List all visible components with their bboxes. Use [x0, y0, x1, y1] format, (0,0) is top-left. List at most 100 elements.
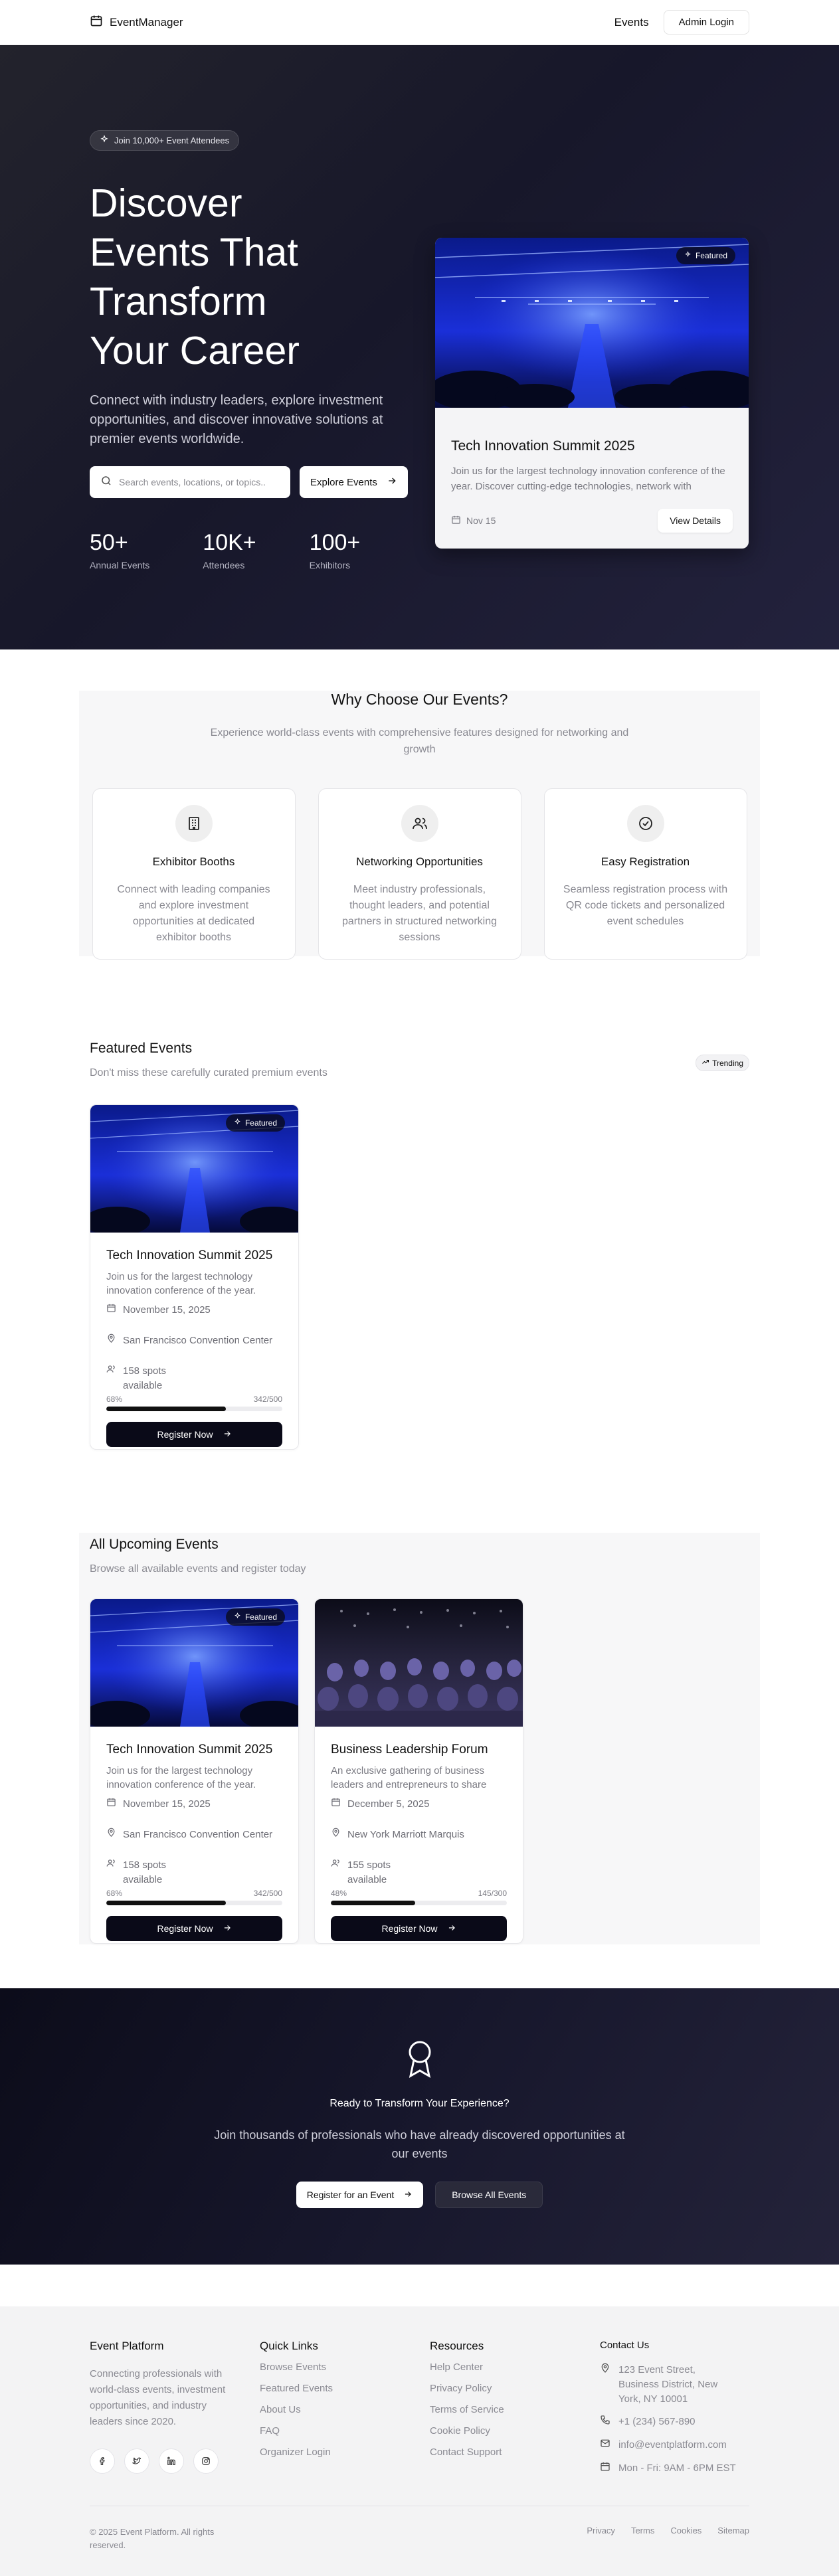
event-date: November 15, 2025: [106, 1303, 282, 1318]
event-title: Tech Innovation Summit 2025: [451, 438, 635, 454]
capacity-count: 145/300: [478, 1889, 507, 1898]
brand-name: EventManager: [110, 15, 183, 29]
footer-heading: Quick Links: [260, 2340, 318, 2352]
featured-events-header: Featured Events Don't miss these careful…: [90, 1041, 327, 1079]
featured-badge-text: Featured: [244, 1118, 277, 1128]
stat-value: 100+: [309, 530, 361, 555]
event-card[interactable]: Featured Tech Innovation Summit 2025 Joi…: [90, 1598, 299, 1944]
feature-card-easy-registration: Easy Registration Seamless registration …: [543, 788, 747, 960]
footer-link[interactable]: Featured Events: [260, 2382, 333, 2395]
sparkle-icon: [684, 251, 692, 260]
event-date: Nov 15: [451, 515, 496, 527]
sparkle-icon: [234, 1118, 241, 1128]
contact-email[interactable]: info@eventplatform.com: [600, 2438, 738, 2453]
section-subtitle: Browse all available events and register…: [90, 1563, 306, 1575]
arrow-right-icon: [223, 1429, 232, 1440]
copyright-text: © 2025 Event Platform. All rights reserv…: [90, 2527, 215, 2550]
event-spots: 155 spots available: [331, 1858, 507, 1887]
section-title: All Upcoming Events: [90, 1537, 219, 1552]
stat-label: Exhibitors: [309, 560, 351, 570]
arrow-right-icon: [447, 1923, 456, 1934]
calendar-icon: [90, 14, 103, 31]
stat-value: 10K+: [203, 530, 256, 555]
capacity-count: 342/500: [253, 1889, 282, 1898]
legal-links: Privacy Terms Cookies Sitemap: [587, 2526, 749, 2535]
arrow-right-icon: [387, 475, 397, 489]
sparkle-icon: [234, 1612, 241, 1622]
hero-featured-card[interactable]: Featured Tech Innovation Summit 2025 Joi…: [435, 238, 749, 549]
brand-logo[interactable]: EventManager: [90, 14, 183, 31]
calendar-icon: [106, 1797, 116, 1810]
event-spots: 158 spots available: [106, 1858, 282, 1887]
twitter-icon[interactable]: [124, 2448, 149, 2474]
legal-link-terms[interactable]: Terms: [631, 2526, 654, 2535]
feature-description: Seamless registration process with QR co…: [563, 884, 728, 927]
admin-login-button[interactable]: Admin Login: [663, 10, 749, 35]
sparkle-icon: [100, 135, 109, 146]
footer-link[interactable]: FAQ: [260, 2425, 333, 2438]
footer-link[interactable]: Cookie Policy: [430, 2425, 504, 2438]
footer-link[interactable]: Organizer Login: [260, 2446, 333, 2459]
footer-contact: Contact Us 123 Event Street, Business Di…: [600, 2340, 738, 2476]
cta-subtitle: Join thousands of professionals who have…: [214, 2128, 625, 2160]
capacity-bar-fill: [106, 1901, 227, 1905]
event-image: Featured: [435, 238, 749, 410]
footer-link[interactable]: About Us: [260, 2403, 333, 2417]
footer-link[interactable]: Terms of Service: [430, 2403, 504, 2417]
capacity-bar: [106, 1407, 282, 1411]
event-location-text: San Francisco Convention Center: [123, 1829, 273, 1840]
legal-link-privacy[interactable]: Privacy: [587, 2526, 615, 2535]
event-date-text: November 15, 2025: [123, 1304, 211, 1316]
search-box[interactable]: [90, 466, 290, 498]
event-image: Featured: [90, 1105, 298, 1236]
users-icon: [106, 1858, 116, 1871]
browse-all-events-button[interactable]: Browse All Events: [435, 2182, 543, 2208]
register-now-button[interactable]: Register Now: [106, 1422, 282, 1447]
event-spots-text: 158 spots available: [123, 1859, 167, 1885]
feature-card-networking: Networking Opportunities Meet industry p…: [318, 788, 521, 960]
event-title: Business Leadership Forum: [331, 1743, 488, 1757]
event-date: November 15, 2025: [106, 1797, 282, 1812]
feature-description: Connect with leading companies and explo…: [117, 884, 270, 943]
facebook-icon[interactable]: [90, 2448, 115, 2474]
explore-events-button[interactable]: Explore Events: [300, 466, 408, 498]
hero-subtitle: Connect with industry leaders, explore i…: [90, 393, 383, 446]
cta-section: Ready to Transform Your Experience? Join…: [0, 1988, 839, 2265]
map-pin-icon: [106, 1333, 116, 1346]
event-description: Join us for the largest technology innov…: [451, 466, 725, 492]
legal-link-cookies[interactable]: Cookies: [670, 2526, 701, 2535]
footer-link[interactable]: Contact Support: [430, 2446, 504, 2459]
featured-badge: Featured: [225, 1608, 285, 1626]
nav-events-link[interactable]: Events: [614, 16, 649, 29]
linkedin-icon[interactable]: [159, 2448, 184, 2474]
map-pin-icon: [600, 2363, 610, 2407]
hero-title-line: Events That: [90, 230, 298, 274]
why-choose-section: Why Choose Our Events? Experience world-…: [79, 691, 760, 960]
event-description: Join us for the largest technology innov…: [106, 1271, 256, 1296]
view-details-button[interactable]: View Details: [658, 509, 733, 533]
register-now-button[interactable]: Register Now: [106, 1916, 282, 1941]
footer-link[interactable]: Help Center: [430, 2361, 504, 2374]
search-input[interactable]: [119, 477, 265, 487]
event-card[interactable]: Featured Tech Innovation Summit 2025 Joi…: [90, 1104, 299, 1450]
hero-stats: 50+ Annual Events 10K+ Attendees 100+ Ex…: [90, 530, 409, 570]
register-for-event-button[interactable]: Register for an Event: [296, 2182, 424, 2208]
event-card[interactable]: Business Leadership Forum An exclusive g…: [314, 1598, 523, 1944]
register-now-button[interactable]: Register Now: [331, 1916, 507, 1941]
cta-title: Ready to Transform Your Experience?: [329, 2098, 510, 2109]
footer-heading: Contact Us: [600, 2340, 650, 2351]
attendees-badge: Join 10,000+ Event Attendees: [90, 130, 240, 151]
legal-link-sitemap[interactable]: Sitemap: [717, 2526, 749, 2535]
event-date-text: Nov 15: [466, 515, 496, 526]
stat-annual-events: 50+ Annual Events: [90, 530, 149, 570]
featured-badge: Featured: [225, 1114, 285, 1132]
footer-link[interactable]: Browse Events: [260, 2361, 333, 2374]
footer-quick-links: Quick Links Browse Events Featured Event…: [260, 2340, 333, 2459]
contact-address: 123 Event Street, Business District, New…: [600, 2363, 738, 2407]
instagram-icon[interactable]: [193, 2448, 219, 2474]
contact-phone[interactable]: +1 (234) 567-890: [600, 2415, 738, 2430]
capacity-percent: 68%: [106, 1395, 123, 1404]
attendees-badge-text: Join 10,000+ Event Attendees: [114, 135, 230, 145]
footer-link[interactable]: Privacy Policy: [430, 2382, 504, 2395]
feature-title: Exhibitor Booths: [152, 855, 235, 868]
